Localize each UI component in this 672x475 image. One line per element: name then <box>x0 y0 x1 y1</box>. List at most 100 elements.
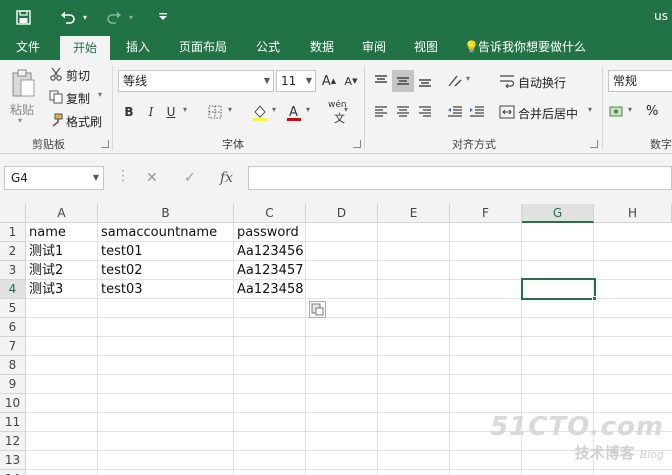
tab-formulas[interactable]: 公式 <box>246 34 290 60</box>
row-header-2[interactable]: 2 <box>0 242 26 261</box>
orientation-icon[interactable] <box>444 70 466 92</box>
cell-b2[interactable]: test01 <box>98 242 234 261</box>
format-painter-icon[interactable] <box>48 112 64 128</box>
fill-color-dropdown-icon[interactable]: ▾ <box>272 105 276 114</box>
row-header-14[interactable]: 14 <box>0 470 26 475</box>
cell-b3[interactable]: test02 <box>98 261 234 280</box>
customize-toolbar-icon[interactable] <box>156 8 170 26</box>
cell-a1[interactable]: name <box>26 223 98 242</box>
phonetic-dropdown-icon[interactable]: ▾ <box>344 105 348 114</box>
align-middle-icon[interactable] <box>392 70 414 92</box>
cell-c1[interactable]: password <box>234 223 306 242</box>
underline-dropdown-icon[interactable]: ▾ <box>183 105 187 114</box>
row-header-5[interactable]: 5 <box>0 299 26 318</box>
tab-view[interactable]: 视图 <box>404 34 448 60</box>
format-painter-button[interactable]: 格式刷 <box>66 113 102 130</box>
formula-input[interactable] <box>248 166 672 190</box>
column-header-h[interactable]: H <box>594 204 672 223</box>
cell-c2[interactable]: Aa123456 <box>234 242 306 261</box>
align-center-icon[interactable] <box>392 101 414 123</box>
wrap-text-icon[interactable] <box>498 72 516 90</box>
redo-dropdown-icon[interactable]: ▾ <box>126 8 136 26</box>
font-size-combo[interactable]: 11 ▼ <box>276 70 316 92</box>
align-bottom-icon[interactable] <box>414 70 436 92</box>
tab-insert[interactable]: 插入 <box>116 34 160 60</box>
row-header-10[interactable]: 10 <box>0 394 26 413</box>
fill-handle[interactable] <box>592 296 597 301</box>
row-header-6[interactable]: 6 <box>0 318 26 337</box>
number-format-combo[interactable]: 常规 <box>608 70 672 92</box>
undo-dropdown-icon[interactable]: ▾ <box>80 8 90 26</box>
align-top-icon[interactable] <box>370 70 392 92</box>
merge-center-button[interactable]: 合并后居中 <box>518 105 578 122</box>
column-header-b[interactable]: B <box>98 204 234 223</box>
tell-me-box[interactable]: 💡告诉我你想要做什么 <box>464 34 604 60</box>
fill-color-icon[interactable] <box>250 102 270 122</box>
column-header-d[interactable]: D <box>306 204 378 223</box>
font-name-combo[interactable]: 等线 ▼ <box>118 70 274 92</box>
formula-bar-grip-icon[interactable]: ⋮ <box>116 168 130 184</box>
tab-file[interactable]: 文件 <box>6 34 50 60</box>
cell-b1[interactable]: samaccountname <box>98 223 234 242</box>
cell-a4[interactable]: 测试3 <box>26 280 98 299</box>
column-header-f[interactable]: F <box>450 204 522 223</box>
row-header-4[interactable]: 4 <box>0 280 26 299</box>
accounting-dropdown-icon[interactable]: ▾ <box>628 105 632 114</box>
row-header-12[interactable]: 12 <box>0 432 26 451</box>
paste-dropdown-icon[interactable]: ▾ <box>18 116 22 125</box>
decrease-font-icon[interactable]: A ▼ <box>340 70 362 92</box>
paste-icon[interactable] <box>8 66 38 100</box>
merge-dropdown-icon[interactable]: ▾ <box>588 105 592 114</box>
bold-button[interactable]: B <box>118 101 140 123</box>
wrap-text-button[interactable]: 自动换行 <box>518 74 566 91</box>
tab-review[interactable]: 审阅 <box>352 34 396 60</box>
increase-font-icon[interactable]: A ▲ <box>318 70 340 92</box>
selected-cell-g4[interactable] <box>521 278 596 300</box>
paste-options-icon[interactable] <box>309 301 326 318</box>
cell-b4[interactable]: test03 <box>98 280 234 299</box>
percent-style-button[interactable]: % <box>646 104 658 119</box>
row-header-11[interactable]: 11 <box>0 413 26 432</box>
select-all-corner[interactable] <box>0 204 26 223</box>
align-left-icon[interactable] <box>370 101 392 123</box>
column-header-c[interactable]: C <box>234 204 306 223</box>
decrease-indent-icon[interactable] <box>444 101 466 123</box>
cut-button[interactable]: 剪切 <box>66 67 90 84</box>
cell-a2[interactable]: 测试1 <box>26 242 98 261</box>
worksheet-grid[interactable]: ABCDEFGH 1234567891011121314 name samacc… <box>0 204 672 475</box>
merge-center-icon[interactable] <box>498 103 516 121</box>
column-header-a[interactable]: A <box>26 204 98 223</box>
cancel-icon[interactable]: ✕ <box>146 170 158 186</box>
row-header-1[interactable]: 1 <box>0 223 26 242</box>
copy-button[interactable]: 复制 <box>66 90 90 107</box>
column-header-e[interactable]: E <box>378 204 450 223</box>
increase-indent-icon[interactable] <box>466 101 488 123</box>
redo-icon[interactable] <box>104 8 124 26</box>
border-dropdown-icon[interactable]: ▾ <box>228 105 232 114</box>
name-box[interactable]: G4 ▼ <box>4 166 104 190</box>
font-color-icon[interactable]: A <box>284 102 304 122</box>
enter-icon[interactable]: ✓ <box>184 170 196 186</box>
save-icon[interactable] <box>14 8 32 26</box>
scissors-icon[interactable] <box>48 66 64 82</box>
column-header-g[interactable]: G <box>522 204 594 223</box>
italic-button[interactable]: I <box>140 101 162 123</box>
cell-c4[interactable]: Aa123458 <box>234 280 306 299</box>
copy-dropdown-icon[interactable]: ▾ <box>98 90 102 99</box>
row-header-9[interactable]: 9 <box>0 375 26 394</box>
tab-home[interactable]: 开始 <box>60 36 110 60</box>
alignment-launcher-icon[interactable] <box>590 140 598 148</box>
border-icon[interactable] <box>206 103 224 121</box>
insert-function-icon[interactable]: fx <box>220 170 233 186</box>
font-launcher-icon[interactable] <box>353 140 361 148</box>
row-header-8[interactable]: 8 <box>0 356 26 375</box>
font-color-dropdown-icon[interactable]: ▾ <box>306 105 310 114</box>
row-header-3[interactable]: 3 <box>0 261 26 280</box>
tab-data[interactable]: 数据 <box>300 34 344 60</box>
underline-button[interactable]: U <box>160 101 182 123</box>
accounting-format-icon[interactable] <box>608 102 626 122</box>
undo-icon[interactable] <box>58 8 78 26</box>
clipboard-launcher-icon[interactable] <box>101 140 109 148</box>
orientation-dropdown-icon[interactable]: ▾ <box>466 74 470 83</box>
row-header-13[interactable]: 13 <box>0 451 26 470</box>
